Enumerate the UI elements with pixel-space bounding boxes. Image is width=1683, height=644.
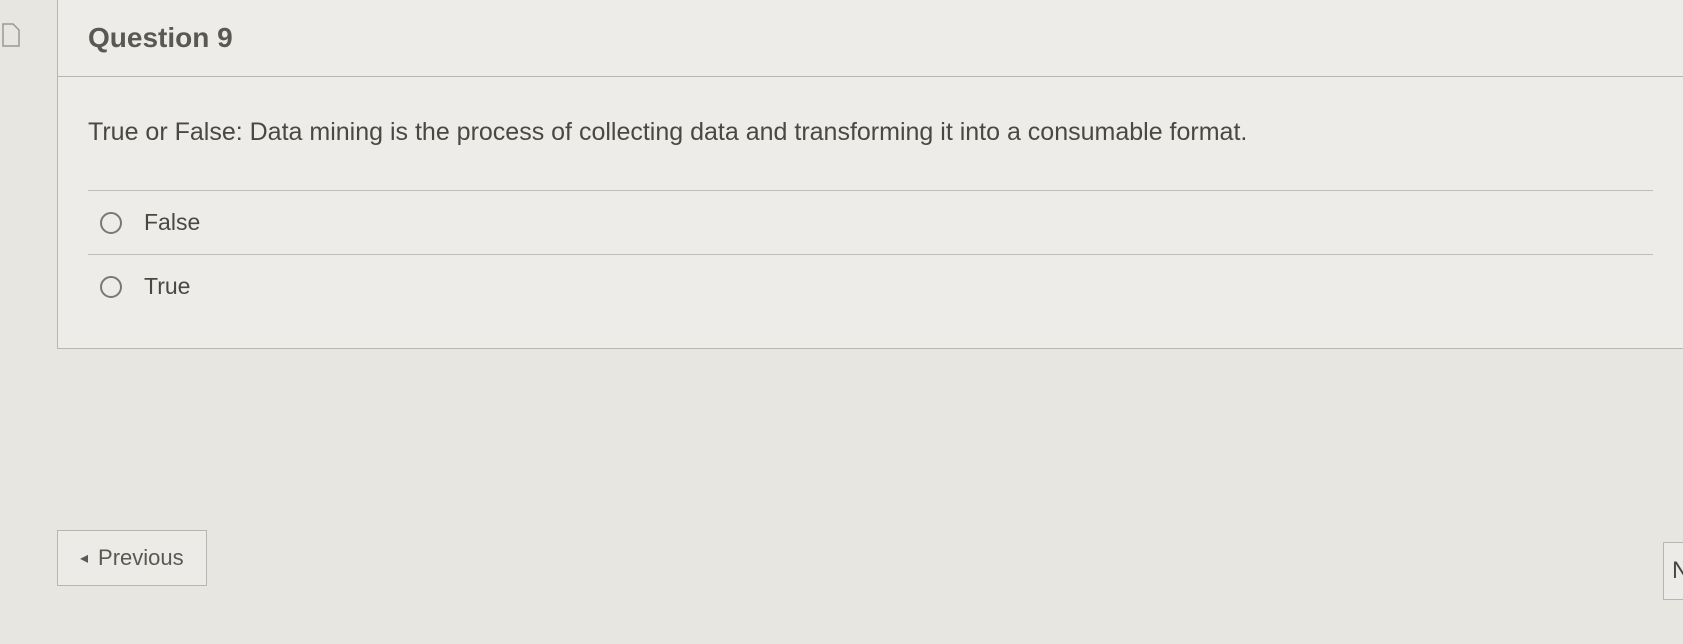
previous-button-label: Previous [98,545,184,571]
nav-buttons: ◂ Previous [57,530,1683,586]
next-button[interactable]: N [1663,542,1683,600]
option-label: True [144,273,190,300]
question-title: Question 9 [88,22,1653,54]
question-card: Question 9 True or False: Data mining is… [57,0,1683,349]
option-true[interactable]: True [88,255,1653,318]
question-header: Question 9 [58,0,1683,77]
question-body: True or False: Data mining is the proces… [58,77,1683,348]
next-button-label: N [1672,557,1683,584]
bookmark-icon[interactable] [0,20,22,50]
radio-icon[interactable] [100,212,122,234]
radio-icon[interactable] [100,276,122,298]
option-label: False [144,209,200,236]
option-false[interactable]: False [88,191,1653,255]
question-prompt: True or False: Data mining is the proces… [88,115,1653,150]
previous-button[interactable]: ◂ Previous [57,530,207,586]
caret-left-icon: ◂ [80,548,88,568]
options-list: False True [88,190,1653,318]
